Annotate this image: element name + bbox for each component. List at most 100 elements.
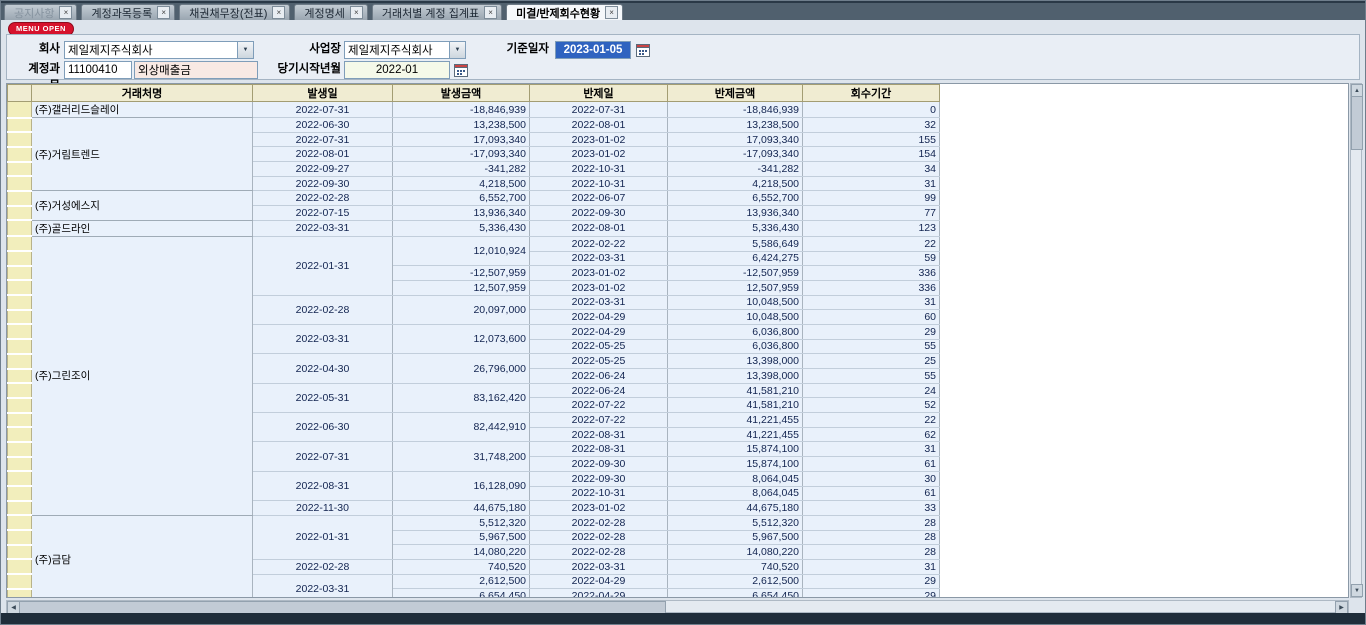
period-cell[interactable]: 336: [803, 266, 940, 281]
settle-amount-cell[interactable]: 41,581,210: [668, 383, 803, 398]
settle-date-cell[interactable]: 2022-03-31: [530, 251, 668, 266]
tab-5[interactable]: 거래처별 계정 집계표×: [372, 4, 502, 20]
settle-date-cell[interactable]: 2022-10-31: [530, 176, 668, 191]
row-selector[interactable]: [8, 339, 32, 354]
settle-amount-cell[interactable]: 5,586,649: [668, 236, 803, 251]
occur-date-cell[interactable]: 2022-11-30: [253, 501, 393, 516]
occur-amount-cell[interactable]: -341,282: [393, 162, 530, 177]
tab-close-icon[interactable]: ×: [605, 6, 618, 19]
column-header[interactable]: 반제금액: [668, 85, 803, 102]
row-selector[interactable]: [8, 236, 32, 251]
occur-amount-cell[interactable]: 5,512,320: [393, 515, 530, 530]
row-selector[interactable]: [8, 486, 32, 501]
column-header[interactable]: 반제일: [530, 85, 668, 102]
period-cell[interactable]: 22: [803, 236, 940, 251]
occur-amount-cell[interactable]: 4,218,500: [393, 176, 530, 191]
occur-amount-cell[interactable]: 83,162,420: [393, 383, 530, 412]
settle-date-cell[interactable]: 2022-06-07: [530, 191, 668, 206]
period-cell[interactable]: 336: [803, 280, 940, 295]
period-cell[interactable]: 154: [803, 147, 940, 162]
occur-date-cell[interactable]: 2022-06-30: [253, 413, 393, 442]
settle-date-cell[interactable]: 2022-04-29: [530, 310, 668, 325]
settle-amount-cell[interactable]: 10,048,500: [668, 310, 803, 325]
settle-date-cell[interactable]: 2022-07-22: [530, 413, 668, 428]
settle-amount-cell[interactable]: 8,064,045: [668, 486, 803, 501]
occur-date-cell[interactable]: 2022-07-15: [253, 206, 393, 221]
occur-date-cell[interactable]: 2022-01-31: [253, 515, 393, 559]
settle-amount-cell[interactable]: 13,936,340: [668, 206, 803, 221]
occur-date-cell[interactable]: 2022-08-31: [253, 471, 393, 500]
period-cell[interactable]: 59: [803, 251, 940, 266]
settle-amount-cell[interactable]: 41,581,210: [668, 398, 803, 413]
settle-amount-cell[interactable]: 6,036,800: [668, 339, 803, 354]
period-cell[interactable]: 30: [803, 471, 940, 486]
occur-date-cell[interactable]: 2022-09-27: [253, 162, 393, 177]
row-selector[interactable]: [8, 162, 32, 177]
period-cell[interactable]: 62: [803, 427, 940, 442]
row-selector[interactable]: [8, 545, 32, 560]
settle-date-cell[interactable]: 2022-09-30: [530, 457, 668, 472]
settle-date-cell[interactable]: 2023-01-02: [530, 280, 668, 295]
row-selector[interactable]: [8, 501, 32, 516]
occur-amount-cell[interactable]: 13,936,340: [393, 206, 530, 221]
period-cell[interactable]: 29: [803, 324, 940, 339]
tab-close-icon[interactable]: ×: [350, 6, 363, 19]
settle-amount-cell[interactable]: 13,398,000: [668, 354, 803, 369]
occur-amount-cell[interactable]: 12,073,600: [393, 324, 530, 353]
period-cell[interactable]: 60: [803, 310, 940, 325]
row-selector[interactable]: [8, 383, 32, 398]
settle-amount-cell[interactable]: 14,080,220: [668, 545, 803, 560]
settle-date-cell[interactable]: 2023-01-02: [530, 501, 668, 516]
row-selector[interactable]: [8, 206, 32, 221]
column-header[interactable]: 회수기간: [803, 85, 940, 102]
row-selector[interactable]: [8, 559, 32, 574]
settle-amount-cell[interactable]: 44,675,180: [668, 501, 803, 516]
row-selector[interactable]: [8, 427, 32, 442]
column-header[interactable]: 발생일: [253, 85, 393, 102]
settle-amount-cell[interactable]: 740,520: [668, 559, 803, 574]
settle-date-cell[interactable]: 2022-10-31: [530, 162, 668, 177]
settle-date-cell[interactable]: 2022-02-22: [530, 236, 668, 251]
customer-cell[interactable]: (주)금담: [32, 515, 253, 598]
settle-amount-cell[interactable]: 6,036,800: [668, 324, 803, 339]
occur-date-cell[interactable]: 2022-03-31: [253, 324, 393, 353]
row-selector[interactable]: [8, 354, 32, 369]
occur-date-cell[interactable]: 2022-06-30: [253, 118, 393, 133]
occur-amount-cell[interactable]: 2,612,500: [393, 574, 530, 589]
tab-1[interactable]: 공지사항×: [4, 4, 77, 20]
settle-amount-cell[interactable]: -12,507,959: [668, 266, 803, 281]
settle-date-cell[interactable]: 2023-01-02: [530, 147, 668, 162]
row-selector[interactable]: [8, 515, 32, 530]
occur-amount-cell[interactable]: 31,748,200: [393, 442, 530, 471]
occur-amount-cell[interactable]: 26,796,000: [393, 354, 530, 383]
vertical-scrollbar[interactable]: ▲ ▼: [1350, 83, 1362, 598]
row-selector[interactable]: [8, 176, 32, 191]
period-cell[interactable]: 31: [803, 295, 940, 310]
period-cell[interactable]: 55: [803, 369, 940, 384]
occur-amount-cell[interactable]: -17,093,340: [393, 147, 530, 162]
period-cell[interactable]: 55: [803, 339, 940, 354]
occur-date-cell[interactable]: 2022-05-31: [253, 383, 393, 412]
settle-amount-cell[interactable]: -18,846,939: [668, 102, 803, 118]
column-header[interactable]: 거래처명: [32, 85, 253, 102]
occur-date-cell[interactable]: 2022-09-30: [253, 176, 393, 191]
settle-date-cell[interactable]: 2022-08-31: [530, 442, 668, 457]
settle-amount-cell[interactable]: -17,093,340: [668, 147, 803, 162]
settle-amount-cell[interactable]: 12,507,959: [668, 280, 803, 295]
tab-close-icon[interactable]: ×: [59, 6, 72, 19]
row-selector[interactable]: [8, 251, 32, 266]
occur-amount-cell[interactable]: 6,552,700: [393, 191, 530, 206]
account-name-input[interactable]: [138, 62, 254, 78]
row-selector[interactable]: [8, 118, 32, 133]
calendar-icon[interactable]: [635, 42, 651, 58]
period-cell[interactable]: 28: [803, 530, 940, 545]
period-cell[interactable]: 29: [803, 574, 940, 589]
settle-date-cell[interactable]: 2022-04-29: [530, 574, 668, 589]
row-selector[interactable]: [8, 295, 32, 310]
period-cell[interactable]: 61: [803, 457, 940, 472]
occur-amount-cell[interactable]: 82,442,910: [393, 413, 530, 442]
settle-date-cell[interactable]: 2022-08-31: [530, 427, 668, 442]
settle-amount-cell[interactable]: -341,282: [668, 162, 803, 177]
settle-amount-cell[interactable]: 15,874,100: [668, 457, 803, 472]
period-cell[interactable]: 31: [803, 559, 940, 574]
